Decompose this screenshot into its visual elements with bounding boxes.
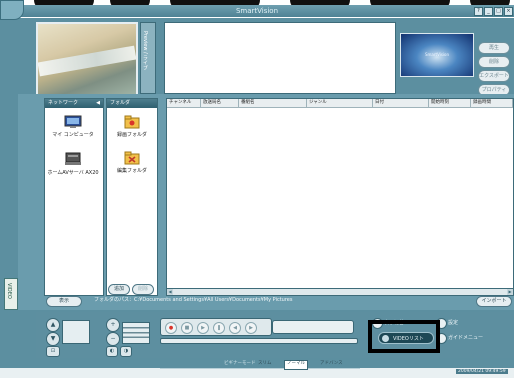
mode-divider [160,368,360,369]
seek-bar[interactable] [160,338,358,344]
folder-item-edit[interactable]: 編集フォルダ [104,151,160,174]
play-button[interactable]: 再生 [478,42,510,54]
channel-display [62,320,90,344]
highlight-box [368,320,440,353]
video-side-tab[interactable]: VIDEO [4,278,18,310]
minimize-button[interactable]: _ [484,7,493,16]
rewind-icon[interactable]: ◀ [229,322,241,334]
preview-vertical-tab-label: Preview / ライブ [142,31,148,71]
network-pane-header: ネットワーク ◀ [45,99,103,108]
play-icon[interactable]: ▶ [197,322,209,334]
network-pane-title: ネットワーク [48,100,79,106]
import-button[interactable]: インポート [476,296,512,307]
help-button[interactable]: ? [474,7,483,16]
column-header-start-time[interactable]: 開始時刻 [429,99,471,107]
channel-up-icon[interactable]: ▲ [46,318,60,332]
tab-normal[interactable]: ノーマル [284,360,308,370]
folder-pane-title: フォルダ [110,100,131,106]
folder-item-label: 録画フォルダ [116,132,147,138]
column-header-date[interactable]: 日付 [373,99,429,107]
delete-button[interactable]: 削除 [478,56,510,68]
network-item-label: マイ コンピュータ [52,132,94,138]
scroll-right-icon[interactable]: ▶ [507,289,513,295]
network-pane: ネットワーク ◀ マイ コンピュータ ホームAVサーバ AX20 [44,98,104,296]
folder-pane-header: フォルダ [107,99,157,108]
folder-path-label: フォルダのパス：C:¥Documents and Settings¥All Us… [94,297,293,303]
add-folder-button[interactable]: 追加 [108,284,130,295]
channel-down-icon[interactable]: ▼ [46,332,60,346]
network-item-home-av-server[interactable]: ホームAVサーバ AX20 [45,151,101,176]
volume-meter [122,322,150,344]
folder-item-label: 編集フォルダ [116,168,147,174]
show-button[interactable]: 表示 [46,296,82,307]
server-icon [65,152,81,165]
thumbnail-logo: SmartVision [424,52,450,57]
status-timestamp: 2009/04/21 09:49:59 [456,369,508,374]
column-header-duration[interactable]: 録画時間 [471,99,513,107]
record-folder-icon [124,115,140,129]
preview-vertical-tab[interactable]: Preview / ライブ [140,22,156,94]
computer-icon [64,115,82,128]
column-header-program[interactable]: 番組名 [239,99,307,107]
settings-label: 設定 [448,320,459,326]
input-switch-button[interactable]: ⊡ [46,346,60,357]
guide-menu-label: ガイドメニュー [448,335,484,341]
export-button[interactable]: エクスポート [478,70,510,82]
tab-advanced[interactable]: アドバンス [320,360,343,368]
record-icon[interactable]: ● [165,322,177,334]
fast-forward-icon[interactable]: ▶ [245,322,257,334]
video-list-table[interactable]: チャンネル 放送局名 番組名 ジャンル 日付 開始時刻 録画時間 [166,98,514,290]
network-item-label: ホームAVサーバ AX20 [47,170,99,176]
window-title: SmartVision [235,7,279,15]
maximize-button[interactable]: □ [494,7,503,16]
column-header-channel[interactable]: チャンネル [167,99,201,107]
status-strip [0,368,514,378]
info-area [164,22,396,94]
mute-icon[interactable]: ◑ [120,346,132,357]
collapse-arrow-icon[interactable]: ◀ [96,99,100,108]
horizontal-scrollbar[interactable]: ◀ ▶ [166,288,514,296]
tab-slim[interactable]: スリム [258,360,272,368]
close-button[interactable]: × [504,7,513,16]
table-header: チャンネル 放送局名 番組名 ジャンル 日付 開始時刻 録画時間 [167,99,513,108]
column-header-station[interactable]: 放送局名 [201,99,239,107]
speaker-icon[interactable]: ◐ [106,346,118,357]
delete-folder-button[interactable]: 削除 [132,284,154,295]
folder-item-recording[interactable]: 録画フォルダ [104,115,160,138]
time-display [272,320,354,334]
view-mode-tabs: ビギナーモード スリム ノーマル アドバンス [224,360,354,370]
video-preview[interactable] [36,22,138,96]
transport-controls: ● ■ ▶ ❚ ◀ ▶ [160,318,272,336]
folder-pane: フォルダ 録画フォルダ 編集フォルダ [106,98,158,296]
volume-up-icon[interactable]: + [106,318,120,332]
video-side-tab-label: VIDEO [6,283,12,299]
scroll-left-icon[interactable]: ◀ [167,289,173,295]
volume-down-icon[interactable]: − [106,332,120,346]
network-item-my-computer[interactable]: マイ コンピュータ [45,115,101,138]
tab-beginner[interactable]: ビギナーモード [224,360,256,368]
stop-icon[interactable]: ■ [181,322,193,334]
column-header-genre[interactable]: ジャンル [307,99,373,107]
thumbnail-preview: SmartVision [400,33,474,77]
edit-folder-icon [124,151,140,165]
pause-icon[interactable]: ❚ [213,322,225,334]
smartvision-window: SmartVision ? _ □ × Preview / ライブ SmartV… [0,0,514,378]
